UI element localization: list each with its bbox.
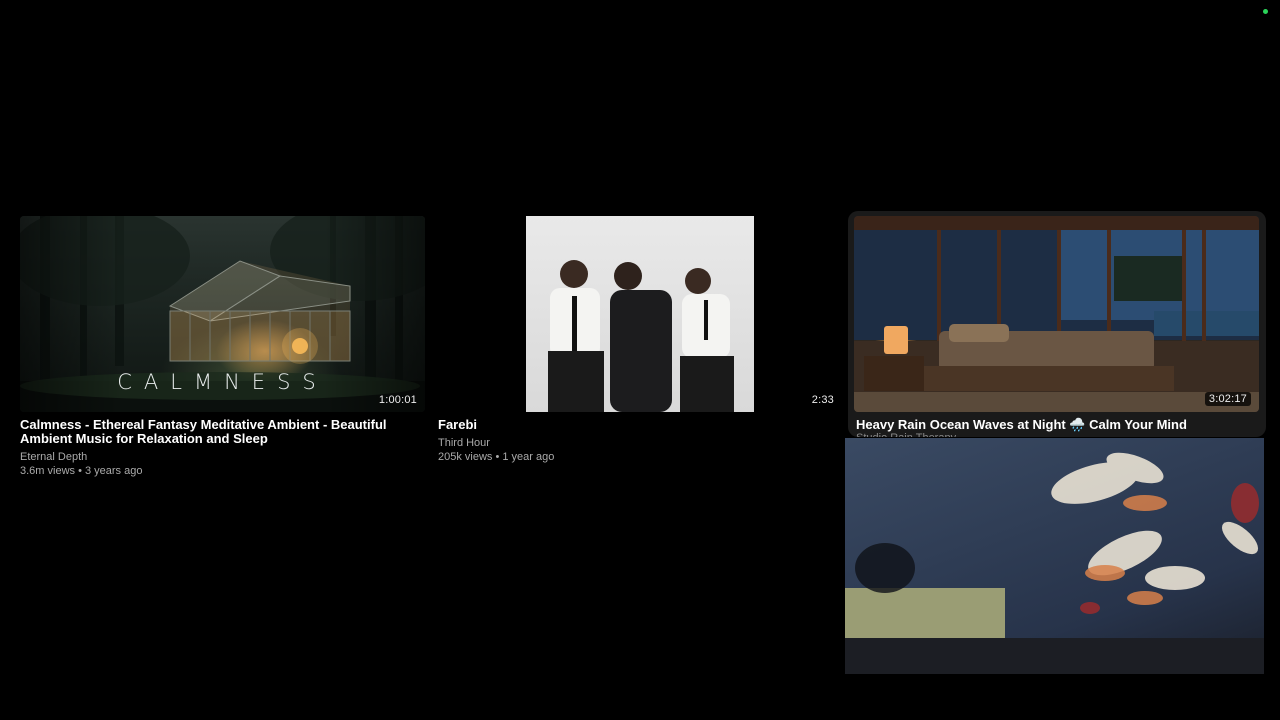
focused-card-frame: 3:02:17 Heavy Rain Ocean Waves at Night …	[848, 211, 1266, 437]
video-card-farebi[interactable]: 2:33 Farebi Third Hour 205k views • 1 ye…	[438, 216, 848, 464]
video-thumbnail[interactable]: CALMNESS 1:00:01	[20, 216, 425, 412]
bedroom-scene	[854, 216, 1259, 412]
video-title[interactable]: Heavy Rain Ocean Waves at Night 🌧️ Calm …	[854, 418, 1260, 432]
video-duration: 2:33	[811, 394, 834, 406]
greenhouse-illustration	[168, 260, 351, 364]
channel-name[interactable]: Third Hour	[438, 436, 848, 450]
video-duration: 1:00:01	[378, 394, 417, 406]
channel-name[interactable]: Eternal Depth	[20, 450, 425, 464]
video-stats: 3.6m views • 3 years ago	[20, 465, 143, 477]
camera-overlay	[845, 438, 1264, 674]
channel-name[interactable]: Studio Rain Therapy	[854, 432, 1260, 437]
video-stats: 205k views • 1 year ago	[438, 451, 555, 463]
video-feed-page: CALMNESS 1:00:01 Calmness - Ethereal Fan…	[0, 0, 1280, 720]
thumbnail-caption: CALMNESS	[117, 370, 328, 394]
camera-indicator-icon	[1263, 9, 1268, 14]
video-thumbnail[interactable]: 3:02:17	[854, 216, 1259, 412]
video-title[interactable]: Calmness - Ethereal Fantasy Meditative A…	[20, 418, 425, 446]
video-thumbnail[interactable]	[526, 216, 754, 412]
video-duration: 3:02:17	[1204, 392, 1251, 406]
video-title[interactable]: Farebi	[438, 418, 848, 432]
band-photo	[548, 260, 734, 412]
video-card-calmness[interactable]: CALMNESS 1:00:01 Calmness - Ethereal Fan…	[20, 216, 425, 478]
fabric-pattern-image	[845, 452, 1264, 674]
video-card-heavy-rain[interactable]: 3:02:17 Heavy Rain Ocean Waves at Night …	[848, 211, 1266, 437]
